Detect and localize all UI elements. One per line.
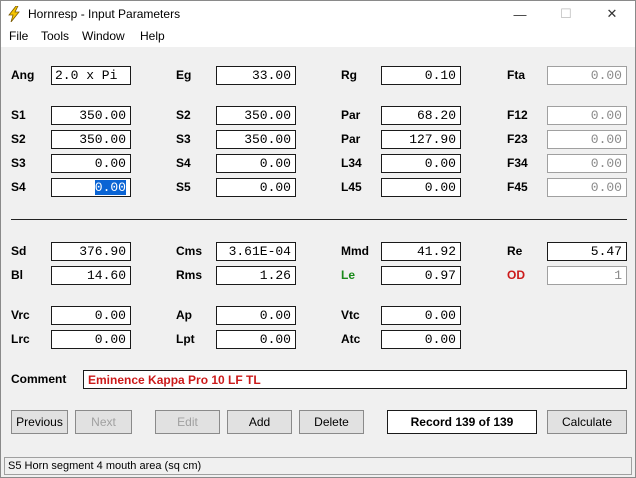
field-re[interactable]: 5.47: [547, 242, 627, 261]
field-s4[interactable]: 0.00: [51, 178, 131, 197]
field-f34: 0.00: [547, 154, 627, 173]
status-bar: S5 Horn segment 4 mouth area (sq cm): [4, 457, 632, 475]
close-button[interactable]: ✕: [589, 1, 635, 27]
label-s3-col2: S3: [176, 132, 191, 146]
field-s4-col2[interactable]: 0.00: [216, 154, 296, 173]
label-s2-col2: S2: [176, 108, 191, 122]
label-s4-col2: S4: [176, 156, 191, 170]
menu-file[interactable]: File: [9, 29, 28, 43]
comment-field[interactable]: Eminence Kappa Pro 10 LF TL: [83, 370, 627, 389]
field-l45[interactable]: 0.00: [381, 178, 461, 197]
field-par-1[interactable]: 68.20: [381, 106, 461, 125]
label-vtc: Vtc: [341, 308, 360, 322]
field-vtc[interactable]: 0.00: [381, 306, 461, 325]
field-atc[interactable]: 0.00: [381, 330, 461, 349]
label-mmd: Mmd: [341, 244, 369, 258]
menu-help[interactable]: Help: [140, 29, 165, 43]
label-par-1: Par: [341, 108, 361, 122]
field-od: 1: [547, 266, 627, 285]
field-s5[interactable]: 0.00: [216, 178, 296, 197]
label-sd: Sd: [11, 244, 27, 258]
label-l45: L45: [341, 180, 362, 194]
label-rms: Rms: [176, 268, 203, 282]
field-l34[interactable]: 0.00: [381, 154, 461, 173]
label-f45: F45: [507, 180, 528, 194]
label-fta: Fta: [507, 68, 525, 82]
field-lrc[interactable]: 0.00: [51, 330, 131, 349]
field-mmd[interactable]: 41.92: [381, 242, 461, 261]
label-s3: S3: [11, 156, 26, 170]
label-lpt: Lpt: [176, 332, 195, 346]
delete-button[interactable]: Delete: [299, 410, 364, 434]
field-bl[interactable]: 14.60: [51, 266, 131, 285]
main-window: Hornresp - Input Parameters — ☐ ✕ File T…: [0, 0, 636, 478]
add-button[interactable]: Add: [227, 410, 292, 434]
menu-window[interactable]: Window: [82, 29, 125, 43]
field-eg[interactable]: 33.00: [216, 66, 296, 85]
maximize-button[interactable]: ☐: [543, 1, 589, 27]
field-s4-value: 0.00: [94, 180, 126, 195]
label-s5: S5: [176, 180, 191, 194]
field-s2-col2[interactable]: 350.00: [216, 106, 296, 125]
label-ap: Ap: [176, 308, 192, 322]
minimize-button[interactable]: —: [497, 1, 543, 27]
calculate-button[interactable]: Calculate: [547, 410, 627, 434]
field-lpt[interactable]: 0.00: [216, 330, 296, 349]
label-atc: Atc: [341, 332, 361, 346]
field-ang[interactable]: 2.0 x Pi: [51, 66, 131, 85]
label-l34: L34: [341, 156, 362, 170]
label-s4: S4: [11, 180, 26, 194]
field-rms[interactable]: 1.26: [216, 266, 296, 285]
edit-button: Edit: [155, 410, 220, 434]
field-f45: 0.00: [547, 178, 627, 197]
field-f23: 0.00: [547, 130, 627, 149]
label-s1: S1: [11, 108, 26, 122]
next-button: Next: [75, 410, 132, 434]
label-od: OD: [507, 268, 525, 282]
field-ap[interactable]: 0.00: [216, 306, 296, 325]
field-par-2[interactable]: 127.90: [381, 130, 461, 149]
label-vrc: Vrc: [11, 308, 30, 322]
label-ang: Ang: [11, 68, 35, 82]
label-comment: Comment: [11, 372, 67, 386]
field-vrc[interactable]: 0.00: [51, 306, 131, 325]
label-lrc: Lrc: [11, 332, 30, 346]
label-cms: Cms: [176, 244, 203, 258]
field-fta: 0.00: [547, 66, 627, 85]
previous-button[interactable]: Previous: [11, 410, 68, 434]
field-s3-col2[interactable]: 350.00: [216, 130, 296, 149]
field-f12: 0.00: [547, 106, 627, 125]
title-bar: Hornresp - Input Parameters — ☐ ✕: [1, 1, 635, 27]
field-rg[interactable]: 0.10: [381, 66, 461, 85]
record-indicator: Record 139 of 139: [387, 410, 537, 434]
menu-bar: File Tools Window Help: [1, 27, 635, 47]
label-bl: Bl: [11, 268, 23, 282]
label-le: Le: [341, 268, 356, 282]
field-s2[interactable]: 350.00: [51, 130, 131, 149]
label-par-2: Par: [341, 132, 361, 146]
field-s1[interactable]: 350.00: [51, 106, 131, 125]
label-rg: Rg: [341, 68, 357, 82]
label-f23: F23: [507, 132, 528, 146]
lightning-icon: [8, 6, 20, 22]
label-eg: Eg: [176, 68, 192, 82]
field-le[interactable]: 0.97: [381, 266, 461, 285]
field-s3[interactable]: 0.00: [51, 154, 131, 173]
section-divider: [11, 219, 627, 220]
label-f12: F12: [507, 108, 528, 122]
field-sd[interactable]: 376.90: [51, 242, 131, 261]
label-f34: F34: [507, 156, 528, 170]
window-title: Hornresp - Input Parameters: [28, 7, 181, 21]
label-re: Re: [507, 244, 523, 258]
field-cms[interactable]: 3.61E-04: [216, 242, 296, 261]
label-s2: S2: [11, 132, 26, 146]
menu-tools[interactable]: Tools: [41, 29, 69, 43]
